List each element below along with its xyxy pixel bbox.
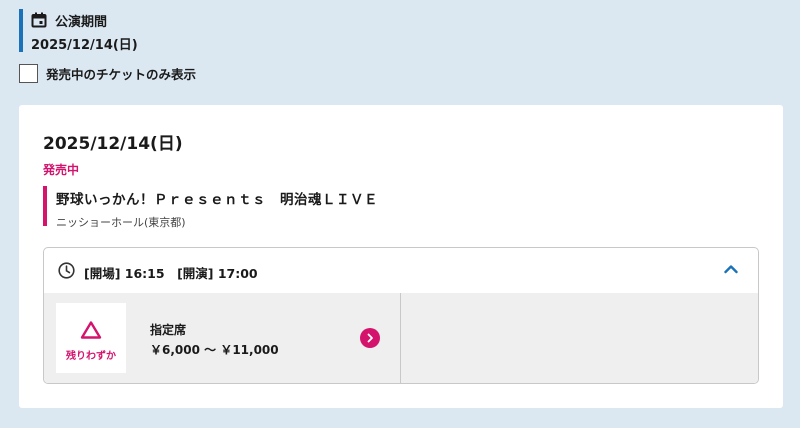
triangle-icon [80, 321, 102, 339]
chevron-up-icon[interactable] [724, 264, 738, 274]
period-date: 2025/12/14(日) [31, 38, 138, 53]
seat-price: ￥6,000 ～ ￥11,000 [150, 343, 279, 357]
chevron-right-icon [367, 333, 373, 343]
performance-panel: [開場] 16:15 [開演] 17:00 残りわずか 指定席 ￥6,000 ～… [43, 247, 759, 384]
performance-period: 公演期間 2025/12/14(日) [19, 9, 138, 53]
clock-icon [58, 262, 75, 279]
calendar-icon [31, 12, 47, 28]
event-info: 野球いっかん！Ｐｒｅｓｅｎｔｓ 明治魂ＬＩＶＥ ニッショーホール(東京都) [43, 186, 378, 229]
period-header: 公演期間 [31, 10, 138, 30]
ticket-list: 残りわずか 指定席 ￥6,000 ～ ￥11,000 [44, 293, 758, 383]
ticket-item[interactable]: 残りわずか 指定席 ￥6,000 ～ ￥11,000 [44, 293, 401, 383]
performance-header[interactable]: [開場] 16:15 [開演] 17:00 [44, 248, 758, 293]
on-sale-filter[interactable]: 発売中のチケットのみ表示 [19, 64, 196, 83]
event-venue: ニッショーホール(東京都) [56, 216, 186, 229]
ticket-select-button[interactable] [360, 328, 380, 348]
event-card: 2025/12/14(日) 発売中 野球いっかん！Ｐｒｅｓｅｎｔｓ 明治魂ＬＩＶ… [19, 105, 783, 408]
seat-type: 指定席 [150, 323, 187, 337]
availability-text: 残りわずか [66, 351, 116, 362]
event-date: 2025/12/14(日) [43, 134, 183, 154]
performance-time: [開場] 16:15 [開演] 17:00 [84, 266, 258, 281]
on-sale-only-label[interactable]: 発売中のチケットのみ表示 [46, 64, 196, 83]
event-title: 野球いっかん！Ｐｒｅｓｅｎｔｓ 明治魂ＬＩＶＥ [56, 192, 378, 208]
on-sale-only-checkbox[interactable] [19, 64, 38, 83]
sale-status-badge: 発売中 [43, 163, 80, 177]
period-label: 公演期間 [55, 14, 108, 30]
availability-badge: 残りわずか [56, 303, 126, 373]
